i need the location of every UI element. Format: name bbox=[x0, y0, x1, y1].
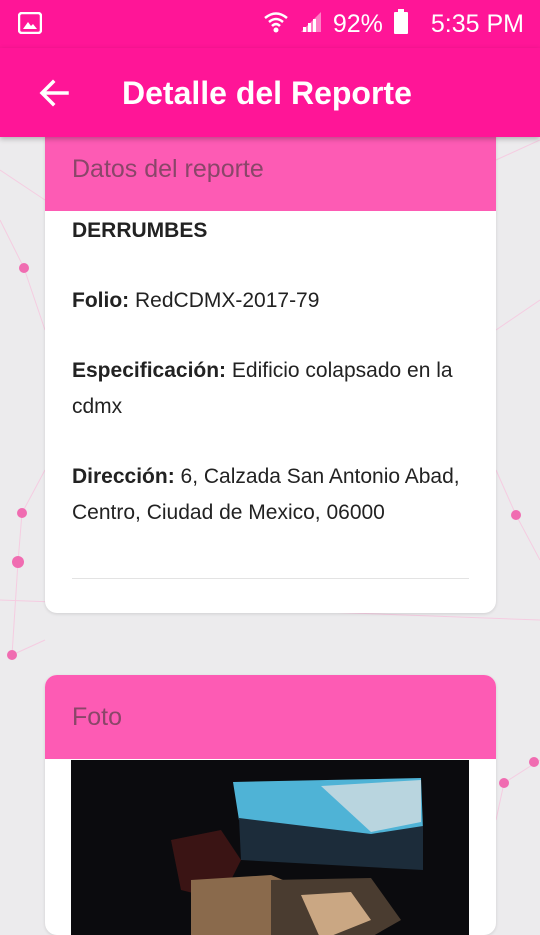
app-bar: Detalle del Reporte bbox=[0, 48, 540, 137]
divider bbox=[72, 578, 469, 579]
battery-icon bbox=[393, 8, 409, 40]
back-button[interactable] bbox=[30, 70, 78, 116]
status-time: 5:35 PM bbox=[430, 10, 524, 38]
report-details-card: Datos del reporte DERRUMBES Folio: RedCD… bbox=[45, 124, 496, 613]
specification-label: Especificación: bbox=[72, 359, 227, 382]
specification-field: Especificación: Edificio colapsado en la… bbox=[72, 353, 469, 425]
address-label: Dirección: bbox=[72, 465, 175, 488]
image-icon bbox=[17, 11, 43, 35]
status-bar: 92% 5:35 PM bbox=[0, 0, 540, 48]
page-title: Detalle del Reporte bbox=[122, 75, 412, 111]
photo-card: Foto bbox=[45, 675, 496, 935]
signal-icon bbox=[299, 10, 323, 39]
photo-card-header: Foto bbox=[45, 675, 496, 759]
folio-value: RedCDMX-2017-79 bbox=[135, 289, 320, 312]
report-photo-image bbox=[71, 760, 469, 935]
report-type: DERRUMBES bbox=[72, 219, 208, 242]
wifi-icon bbox=[263, 9, 289, 40]
battery-percent: 92% bbox=[332, 10, 383, 38]
address-field: Dirección: 6, Calzada San Antonio Abad, … bbox=[72, 459, 469, 531]
report-photo[interactable] bbox=[71, 760, 469, 935]
report-card-header: Datos del reporte bbox=[45, 124, 496, 211]
folio-label: Folio: bbox=[72, 289, 130, 312]
arrow-back-icon bbox=[39, 79, 69, 107]
folio-field: Folio: RedCDMX-2017-79 bbox=[72, 283, 469, 319]
